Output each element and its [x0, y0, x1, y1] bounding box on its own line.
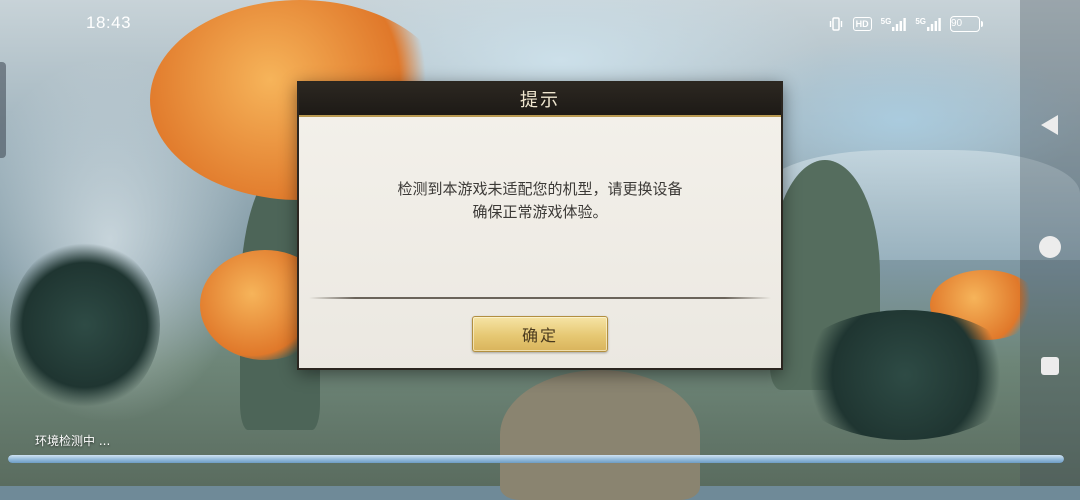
dialog-message: 检测到本游戏未适配您的机型，请更换设备 确保正常游戏体验。: [329, 178, 751, 224]
background-bushes-right: [790, 310, 1020, 440]
confirm-button-label: 确定: [521, 326, 558, 345]
signal-5g-icon-2: 5G: [915, 17, 941, 31]
network-type-label: 5G: [880, 17, 892, 26]
dialog-title: 提示: [520, 90, 560, 111]
navigation-bar: [1020, 0, 1080, 486]
dialog-divider: [309, 297, 771, 299]
battery-icon: 90: [950, 16, 983, 32]
recent-apps-icon[interactable]: [1041, 357, 1059, 375]
alert-dialog: 提示 检测到本游戏未适配您的机型，请更换设备 确保正常游戏体验。 确定: [297, 81, 783, 370]
signal-5g-icon: 5G: [881, 17, 907, 31]
edge-panel-handle[interactable]: [0, 62, 6, 158]
back-icon[interactable]: [1040, 114, 1060, 140]
loading-status-text: 环境检测中 ...: [35, 434, 111, 448]
loading-progress-fill: [8, 455, 1064, 463]
dialog-message-line-2: 确保正常游戏体验。: [472, 203, 608, 221]
dialog-header: 提示: [299, 83, 781, 117]
dialog-message-line-1: 检测到本游戏未适配您的机型，请更换设备: [397, 180, 683, 198]
background-cliff-bottom: [500, 370, 700, 500]
network-type-label-2: 5G: [915, 17, 926, 26]
confirm-button[interactable]: 确定: [472, 316, 608, 352]
status-time: 18:43: [86, 13, 132, 32]
vibrate-icon: [828, 16, 844, 32]
status-icons: HD 5G 5G 90: [828, 14, 983, 34]
status-bar: 18:43 HD 5G 5G 90: [0, 0, 1020, 48]
loading-progress-bar: [8, 455, 1064, 463]
background-pine-left: [10, 240, 160, 410]
home-icon[interactable]: [1039, 236, 1061, 258]
hd-badge: HD: [852, 17, 872, 31]
